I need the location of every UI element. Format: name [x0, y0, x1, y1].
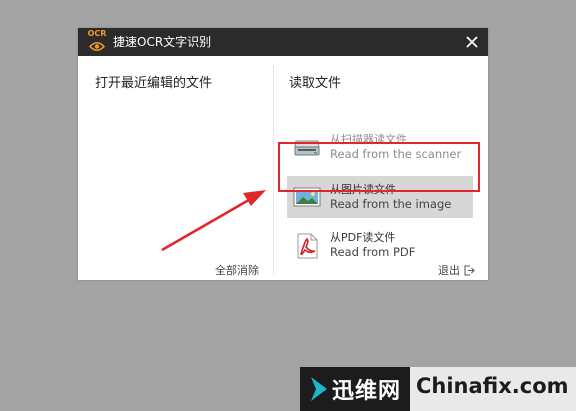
annotation-arrow-icon: [161, 190, 266, 252]
watermark: 迅维网 Chinafix.com: [300, 367, 576, 411]
screen: OCR 捷速OCR文字识别 打开最近编辑的文件 全部消除 读取文件 从扫描器读文…: [0, 0, 576, 411]
watermark-right: Chinafix.com: [410, 367, 576, 411]
watermark-cn-text: 迅维网: [332, 379, 402, 404]
chevron-right-icon: [311, 377, 327, 401]
watermark-en-text: Chinafix.com: [416, 374, 569, 398]
watermark-left: 迅维网: [300, 367, 410, 411]
